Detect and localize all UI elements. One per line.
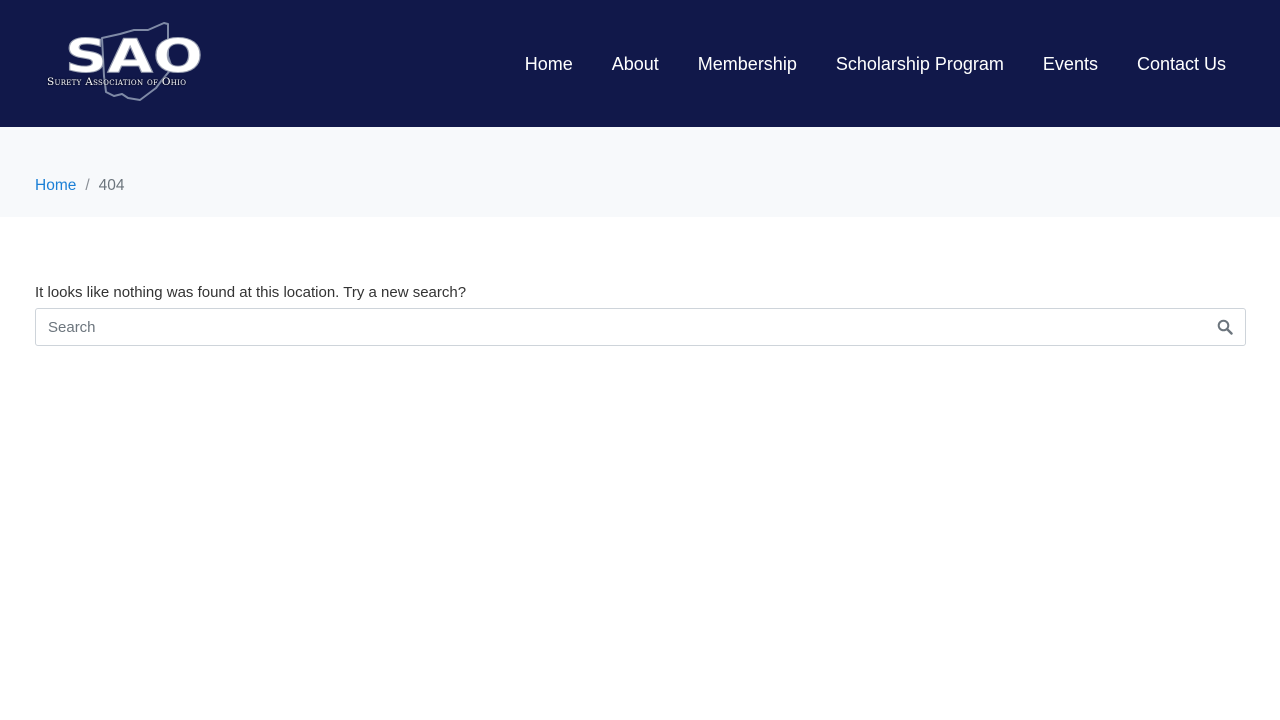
nav-about[interactable]: About — [612, 52, 659, 76]
search-form — [35, 308, 1246, 346]
nav-events[interactable]: Events — [1043, 52, 1098, 76]
breadcrumb-current: 404 — [98, 177, 125, 194]
main-nav: Home About Membership Scholarship Progra… — [486, 52, 1226, 76]
site-logo[interactable]: SAO Surety Association of Ohio — [44, 20, 224, 104]
breadcrumb-band — [0, 127, 1280, 217]
site-header: SAO Surety Association of Ohio Home Abou… — [0, 0, 1280, 127]
breadcrumb: Home / 404 — [35, 176, 125, 196]
breadcrumb-home-link[interactable]: Home — [35, 176, 76, 196]
search-input[interactable] — [36, 309, 1196, 345]
nav-home[interactable]: Home — [525, 52, 573, 76]
breadcrumb-separator: / — [85, 177, 90, 194]
nav-contact-us[interactable]: Contact Us — [1137, 52, 1226, 76]
ohio-state-outline-icon: SAO — [65, 22, 204, 101]
logo-letters: SAO — [65, 29, 203, 83]
search-button[interactable] — [1205, 309, 1245, 345]
not-found-message: It looks like nothing was found at this … — [35, 284, 467, 301]
nav-membership[interactable]: Membership — [698, 52, 797, 76]
search-icon — [1217, 319, 1233, 335]
logo-subtitle: Surety Association of Ohio — [47, 76, 187, 88]
nav-scholarship-program[interactable]: Scholarship Program — [836, 52, 1004, 76]
